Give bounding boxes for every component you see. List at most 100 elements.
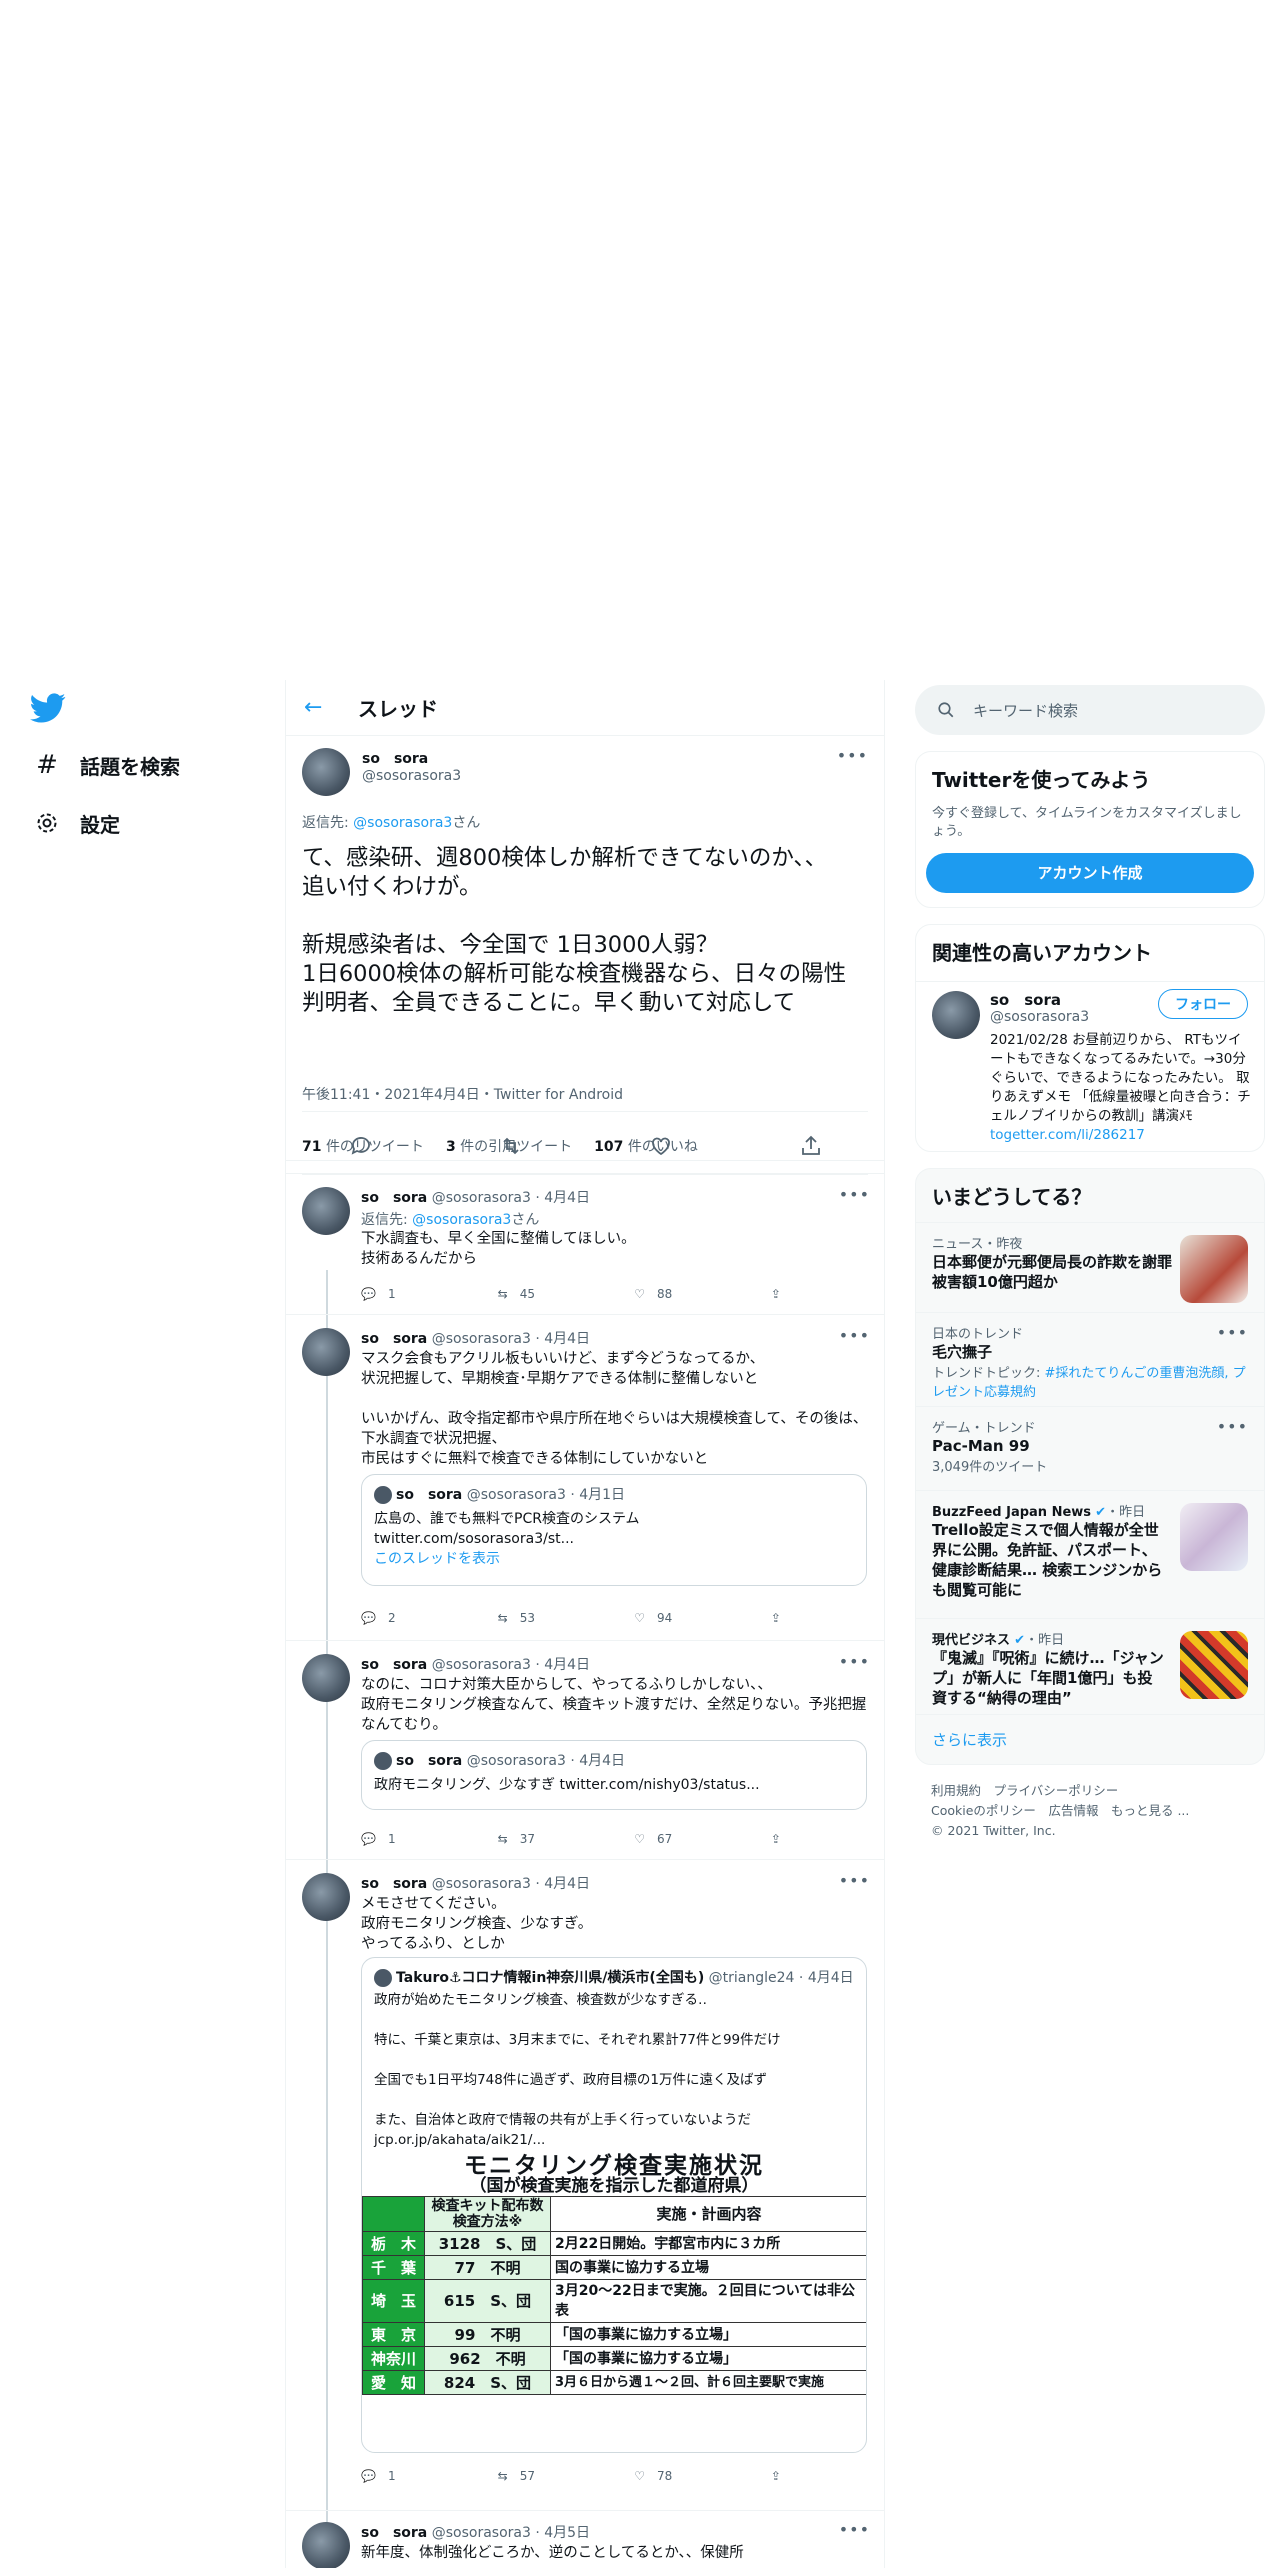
reply-to-suffix: さん	[452, 815, 481, 831]
back-arrow-icon[interactable]: ←	[304, 695, 344, 720]
reply-to-link[interactable]: @sosorasora3	[353, 815, 452, 831]
author-name[interactable]: so sora	[362, 748, 428, 768]
retweet-button[interactable]: ⇆ 45	[498, 1287, 603, 1301]
search-input[interactable]: キーワード検索	[973, 700, 1078, 721]
search-box[interactable]: キーワード検索	[915, 685, 1265, 735]
more-options-icon[interactable]: •••	[1217, 1417, 1248, 1436]
like-button[interactable]: ♡ 67	[634, 1832, 739, 1846]
more-options-icon[interactable]: •••	[839, 1185, 870, 1204]
more-options-icon[interactable]: •••	[839, 2520, 870, 2539]
reply-tweet[interactable]: so sora @sosorasora3 · 4月4日 ••• 返信先: @so…	[286, 1175, 884, 1315]
kit-count: 615	[443, 2292, 476, 2310]
table-cell: 国の事業に協力する立場	[550, 2255, 866, 2280]
like-button[interactable]: ♡ 94	[634, 1611, 739, 1625]
quote-tweet[interactable]: so sora @sosorasora3 · 4月4日 政府モニタリング、少なす…	[361, 1740, 867, 1810]
trend-item[interactable]: 日本のトレンド 毛穴撫子 トレンドトピック: #採れたてりんごの重曹泡洗顔, プ…	[916, 1312, 1264, 1406]
avatar[interactable]	[302, 1187, 350, 1235]
retweet-count: 37	[519, 1832, 535, 1846]
reply-button[interactable]: 💬 1	[361, 1287, 466, 1301]
reply-tweet[interactable]: so sora @sosorasora3 · 4月4日 ••• なのに、コロナ対…	[286, 1642, 884, 1860]
quote-image[interactable]: モニタリング検査実施状況 （国が検査実施を指示した都道府県） 検査キット配布数 …	[362, 2155, 866, 2395]
avatar	[374, 1969, 392, 1987]
reply-count: 1	[387, 1287, 396, 1301]
share-button[interactable]: ⇪	[771, 2469, 781, 2483]
tweet-author-name[interactable]: so sora	[361, 2525, 427, 2541]
tweet-author-handle: @sosorasora3 · 4月4日	[431, 1190, 591, 1206]
create-account-button[interactable]: アカウント作成	[926, 853, 1254, 893]
tweet-author-name[interactable]: so sora	[361, 1331, 427, 1347]
reply-tweet[interactable]: so sora @sosorasora3 · 4月4日 ••• マスク会食もアク…	[286, 1316, 884, 1641]
table-cell: 「国の事業に協力する立場」	[550, 2346, 866, 2371]
tweet-author-name[interactable]: so sora	[361, 1190, 427, 1206]
reply-button[interactable]: 💬 1	[361, 1832, 466, 1846]
footer-more[interactable]: もっと見る ...	[1111, 1803, 1189, 1818]
nav-explore-label: 話題を検索	[80, 754, 180, 779]
avatar[interactable]	[302, 2522, 350, 2568]
share-button[interactable]: ⇪	[771, 1611, 781, 1625]
like-heart-icon[interactable]	[649, 1134, 673, 1158]
avatar[interactable]	[302, 1328, 350, 1376]
quote-text: 政府が始めたモニタリング検査、検査数が少なすぎる‥ 特に、千葉と東京は、3月末ま…	[374, 1992, 781, 2148]
author-handle[interactable]: @sosorasora3	[362, 768, 461, 784]
related-bio-link[interactable]: togetter.com/li/286217	[990, 1127, 1145, 1143]
nav-explore[interactable]: # 話題を検索	[32, 750, 180, 780]
footer-terms[interactable]: 利用規約	[931, 1783, 981, 1798]
quote-tweet[interactable]: so sora @sosorasora3 · 4月1日 広島の、誰でも無料でPC…	[361, 1474, 867, 1586]
related-name[interactable]: so sora	[990, 989, 1061, 1010]
tweet-author-name[interactable]: so sora	[361, 1876, 427, 1892]
reply-tweet[interactable]: so sora @sosorasora3 · 4月4日 ••• メモさせてくださ…	[286, 1861, 884, 2511]
trend-item[interactable]: ゲーム・トレンド Pac-Man 99 3,049件のツイート •••	[916, 1406, 1264, 1490]
trends-title: いまどうしてる？	[932, 1185, 1092, 1209]
footer-privacy[interactable]: プライバシーポリシー	[994, 1783, 1119, 1798]
tweet-author-name[interactable]: so sora	[361, 1657, 427, 1673]
avatar[interactable]	[932, 991, 980, 1039]
reply-count: 1	[387, 2469, 396, 2483]
show-more-link[interactable]: さらに表示	[916, 1714, 1264, 1764]
reply-icon[interactable]	[349, 1134, 373, 1158]
show-thread-link[interactable]: このスレッドを表示	[374, 1549, 854, 1569]
retweet-button[interactable]: ⇆ 53	[498, 1611, 603, 1625]
more-options-icon[interactable]: •••	[839, 1652, 870, 1671]
reply-button[interactable]: 💬 1	[361, 2469, 466, 2483]
footer-cookie[interactable]: Cookieのポリシー	[931, 1803, 1036, 1818]
reply-tweet[interactable]: so sora @sosorasora3 · 4月5日 ••• 新年度、体制強化…	[286, 2512, 884, 2568]
trend-item[interactable]: 現代ビジネス ✔・昨日 『鬼滅』『呪術』に続け…「ジャンプ」が新人に「年間1億円…	[916, 1618, 1264, 1714]
avatar[interactable]	[302, 748, 350, 796]
share-icon: ⇪	[770, 1287, 781, 1301]
retweet-button[interactable]: ⇆ 57	[498, 2469, 603, 2483]
follow-button[interactable]: フォロー	[1158, 989, 1248, 1019]
quote-tweet[interactable]: Takuro⚓コロナ情報in神奈川県/横浜市(全国も) @triangle24 …	[361, 1957, 867, 2453]
more-options-icon[interactable]: •••	[1217, 1323, 1248, 1342]
nav-settings-label: 設定	[80, 812, 120, 837]
reply-to-link[interactable]: @sosorasora3	[412, 1212, 511, 1228]
nav-settings[interactable]: 設定	[32, 808, 120, 838]
share-icon: ⇪	[770, 1832, 781, 1846]
trend-item[interactable]: ニュース・昨夜 日本郵便が元郵便局長の詐欺を謝罪 被害額10億円超か	[916, 1222, 1264, 1312]
avatar[interactable]	[302, 1654, 350, 1702]
share-icon: ⇪	[770, 1611, 781, 1625]
retweet-button[interactable]: ⇆ 37	[498, 1832, 603, 1846]
retweet-icon[interactable]	[499, 1134, 523, 1158]
share-button[interactable]: ⇪	[771, 1287, 781, 1301]
quote-author-name: so sora	[396, 1487, 463, 1503]
like-button[interactable]: ♡ 88	[634, 1287, 739, 1301]
more-options-icon[interactable]: •••	[839, 1326, 870, 1345]
twitter-logo-icon[interactable]	[28, 690, 68, 726]
tweet-text: メモさせてください。 政府モニタリング検査、少なすぎ。 やってるふり、としか	[361, 1896, 593, 1952]
reply-icon: 💬	[361, 1611, 376, 1625]
related-handle: @sosorasora3	[990, 1009, 1090, 1025]
avatar[interactable]	[302, 1873, 350, 1921]
more-options-icon[interactable]: •••	[839, 1871, 870, 1890]
trend-item[interactable]: BuzzFeed Japan News ✔・昨日 Trello設定ミスで個人情報…	[916, 1490, 1264, 1618]
reply-button[interactable]: 💬 2	[361, 1611, 466, 1625]
quote-author-handle: @triangle24 · 4月4日	[708, 1970, 854, 1986]
footer-ads[interactable]: 広告情報	[1048, 1803, 1098, 1818]
more-options-icon[interactable]: •••	[837, 746, 868, 765]
like-count: 94	[657, 1611, 673, 1625]
verified-badge-icon: ✔	[1014, 1633, 1026, 1648]
share-button[interactable]: ⇪	[771, 1832, 781, 1846]
news-thumbnail	[1180, 1235, 1248, 1303]
share-icon[interactable]	[799, 1134, 823, 1158]
like-button[interactable]: ♡ 78	[634, 2469, 739, 2483]
table-cell: 栃 木	[362, 2231, 425, 2256]
